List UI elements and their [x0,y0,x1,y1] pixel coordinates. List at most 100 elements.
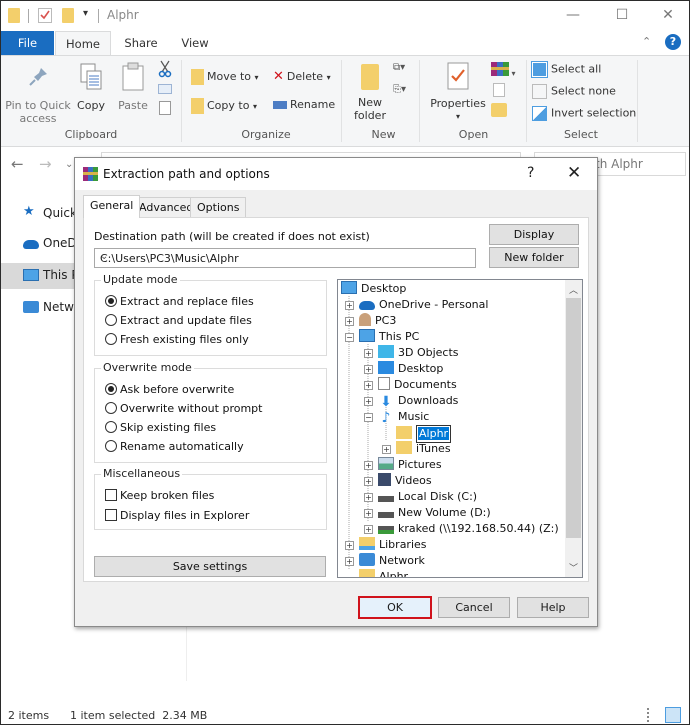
update-mode-group: Update mode Extract and replace files Ex… [94,273,327,356]
move-to-button[interactable]: Move to ▾ [191,69,259,85]
winrar-open-icon[interactable]: ▾ [491,62,516,79]
overwrite-mode-group: Overwrite mode Ask before overwrite Over… [94,361,327,463]
copy-path-icon[interactable] [158,84,172,94]
cancel-button[interactable]: Cancel [438,597,510,618]
new-folder-button[interactable]: New folder [489,247,579,268]
radio-fresh-existing[interactable]: Fresh existing files only [105,333,249,346]
paste-shortcut-icon[interactable] [159,101,171,115]
divider [341,60,342,142]
back-button[interactable]: ← [11,155,24,173]
checkbox-keep-broken-files[interactable]: Keep broken files [105,489,214,502]
scroll-up-icon[interactable]: ︿ [565,283,582,296]
tree-node-alphr-editing[interactable]: Alphr [396,425,452,443]
recent-locations-button[interactable]: ⌄ [65,159,73,170]
close-button[interactable]: ✕ [645,3,690,29]
large-icons-view-button[interactable] [665,707,681,723]
tree-node-network[interactable]: Network [359,553,425,569]
cut-icon[interactable] [158,60,172,81]
tab-file[interactable]: File [1,31,54,55]
tab-view[interactable]: View [173,31,217,55]
collapse-ribbon-icon[interactable]: ⌃ [642,35,651,48]
copy-to-button[interactable]: Copy to ▾ [191,98,257,114]
scrollbar-thumb[interactable] [566,298,581,538]
tree-node-pictures[interactable]: Pictures [378,457,442,473]
help-button[interactable]: Help [517,597,589,618]
new-folder-quick-icon[interactable] [62,8,74,23]
new-folder-button[interactable]: New folder [351,64,389,122]
help-icon[interactable]: ? [665,34,681,50]
radio-ask-before-overwrite[interactable]: Ask before overwrite [105,383,234,396]
forward-button[interactable]: → [39,155,52,173]
tree-node-this-pc[interactable]: This PC [359,329,419,345]
tree-node-videos[interactable]: Videos [378,473,432,489]
history-icon[interactable] [491,103,507,117]
delete-icon: ✕ [273,69,284,84]
folder-tree[interactable]: Desktop + OneDrive - Personal + PC3 − Th… [337,279,583,578]
properties-button[interactable]: Properties ▾ [429,62,487,123]
move-to-icon [191,69,204,85]
select-all-button[interactable]: Select all [531,61,601,78]
tree-node-network-drive-z[interactable]: kraked (\\192.168.50.44) (Z:) [378,521,559,537]
scroll-down-icon[interactable]: ﹀ [565,561,582,574]
tree-scrollbar[interactable]: ︿ ﹀ [565,280,582,577]
tree-node-documents[interactable]: Documents [378,377,457,393]
tab-home[interactable]: Home [55,31,111,55]
network-icon [23,301,39,313]
tree-node-itunes[interactable]: iTunes [396,441,451,457]
divider [637,60,638,142]
copy-button[interactable]: Copy [75,62,107,112]
tab-general[interactable]: General [83,195,141,218]
radio-rename-automatically[interactable]: Rename automatically [105,440,244,453]
rename-icon [273,101,287,109]
pin-to-quick-access-button[interactable]: Pin to Quick access [5,66,71,125]
general-panel: Destination path (will be created if doe… [83,217,589,582]
radio-extract-replace[interactable]: Extract and replace files [105,295,254,308]
select-none-button[interactable]: Select none [532,84,616,99]
easy-access-button[interactable]: ⎘▾ [393,84,406,95]
edit-icon[interactable] [493,83,505,97]
ok-button[interactable]: OK [358,596,432,619]
tree-node-alphr[interactable]: Alphr [359,569,408,577]
extraction-dialog: Extraction path and options ? ✕ General … [74,157,598,627]
winrar-icon [83,167,98,184]
invert-selection-button[interactable]: Invert selection [532,106,636,121]
tab-share[interactable]: Share [119,31,163,55]
tree-node-pc3[interactable]: PC3 [359,313,396,329]
display-button[interactable]: Display [489,224,579,245]
radio-extract-update[interactable]: Extract and update files [105,314,252,327]
tree-node-new-volume-d[interactable]: New Volume (D:) [378,505,491,521]
maximize-button[interactable]: ☐ [599,3,645,29]
tree-node-music[interactable]: ♪ Music [378,409,430,425]
divider [28,9,29,23]
destination-path-input[interactable]: C:\Users\PC3\Music\Alphr ⌄ [94,248,476,268]
tree-node-libraries[interactable]: Libraries [359,537,427,553]
tree-node-onedrive[interactable]: OneDrive - Personal [359,297,488,313]
miscellaneous-title: Miscellaneous [101,467,183,480]
radio-skip-existing[interactable]: Skip existing files [105,421,216,434]
tree-node-3d-objects[interactable]: 3D Objects [378,345,459,361]
minimize-button[interactable]: — [550,3,596,29]
tree-node-downloads[interactable]: ⬇ Downloads [378,393,458,409]
tab-options[interactable]: Options [190,197,247,218]
checkbox-display-in-explorer[interactable]: Display files in Explorer [105,509,249,522]
tree-node-desktop-pc[interactable]: Desktop [378,361,443,377]
new-item-button[interactable]: ⧉▾ [393,62,405,73]
miscellaneous-group: Miscellaneous Keep broken files Display … [94,467,327,530]
dialog-close-button[interactable]: ✕ [567,163,581,183]
customize-quick-access-icon[interactable]: ▾ [83,8,88,24]
copy-icon [80,63,102,90]
selection-info: 1 item selected 2.34 MB [70,709,208,722]
details-view-button[interactable] [647,708,661,722]
radio-overwrite-without-prompt[interactable]: Overwrite without prompt [105,402,262,415]
delete-button[interactable]: ✕ Delete ▾ [273,69,331,84]
dialog-title: Extraction path and options [103,167,270,181]
dialog-help-button[interactable]: ? [527,165,534,181]
chevron-down-icon[interactable]: ⌄ [100,251,471,262]
paste-button[interactable]: Paste [115,62,151,112]
tree-node-local-disk-c[interactable]: Local Disk (C:) [378,489,477,505]
group-label-new: New [371,128,396,141]
tree-node-desktop[interactable]: Desktop [341,281,406,297]
properties-quick-icon[interactable] [38,8,52,23]
rename-button[interactable]: Rename [273,98,335,111]
save-settings-button[interactable]: Save settings [94,556,326,577]
